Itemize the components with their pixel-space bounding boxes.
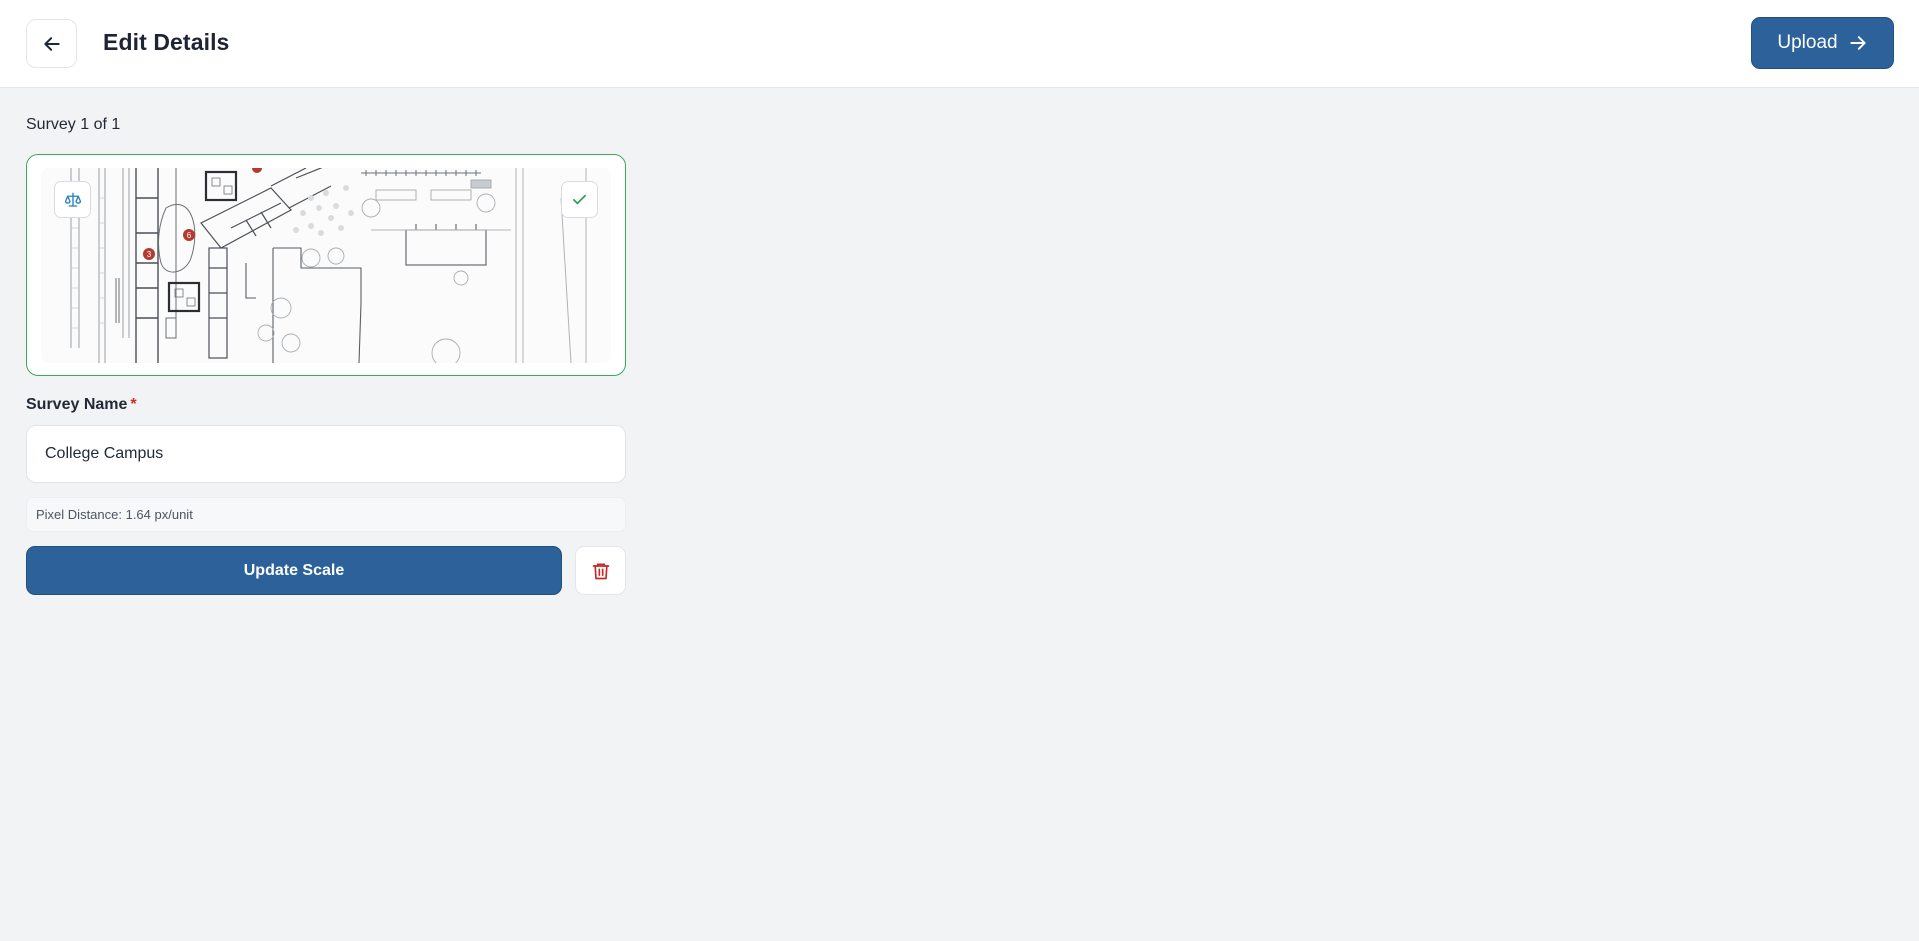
arrow-left-icon bbox=[43, 36, 60, 51]
selected-check-button[interactable] bbox=[561, 181, 598, 218]
svg-text:6: 6 bbox=[187, 231, 192, 240]
pixel-distance-text: Pixel Distance: 1.64 px/unit bbox=[36, 507, 193, 522]
back-button[interactable] bbox=[26, 19, 77, 68]
update-scale-button[interactable]: Update Scale bbox=[26, 546, 562, 595]
app-header: Edit Details Upload bbox=[0, 0, 1919, 88]
floor-plan-thumbnail: 6 3 bbox=[41, 168, 611, 363]
scale-button[interactable] bbox=[54, 181, 91, 218]
update-scale-label: Update Scale bbox=[243, 561, 345, 579]
map-marker-6: 6 bbox=[183, 229, 195, 241]
page-title: Edit Details bbox=[103, 29, 230, 55]
scale-balance-icon bbox=[64, 192, 81, 207]
upload-button-label: Upload bbox=[1777, 32, 1838, 53]
pixel-distance-info: Pixel Distance: 1.64 px/unit bbox=[26, 497, 626, 532]
arrow-right-icon bbox=[1849, 36, 1866, 50]
survey-preview-card[interactable]: 6 3 bbox=[26, 154, 626, 376]
survey-name-label: Survey Name * bbox=[26, 396, 137, 414]
survey-counter: Survey 1 of 1 bbox=[26, 116, 121, 133]
upload-button[interactable]: Upload bbox=[1751, 17, 1894, 69]
survey-name-label-text: Survey Name bbox=[26, 396, 128, 413]
survey-name-input[interactable] bbox=[26, 425, 626, 483]
trash-icon bbox=[592, 563, 609, 579]
map-marker-3: 3 bbox=[143, 248, 155, 260]
check-icon bbox=[572, 194, 587, 205]
required-asterisk: * bbox=[130, 396, 137, 413]
svg-text:3: 3 bbox=[147, 250, 152, 259]
delete-survey-button[interactable] bbox=[575, 546, 626, 595]
